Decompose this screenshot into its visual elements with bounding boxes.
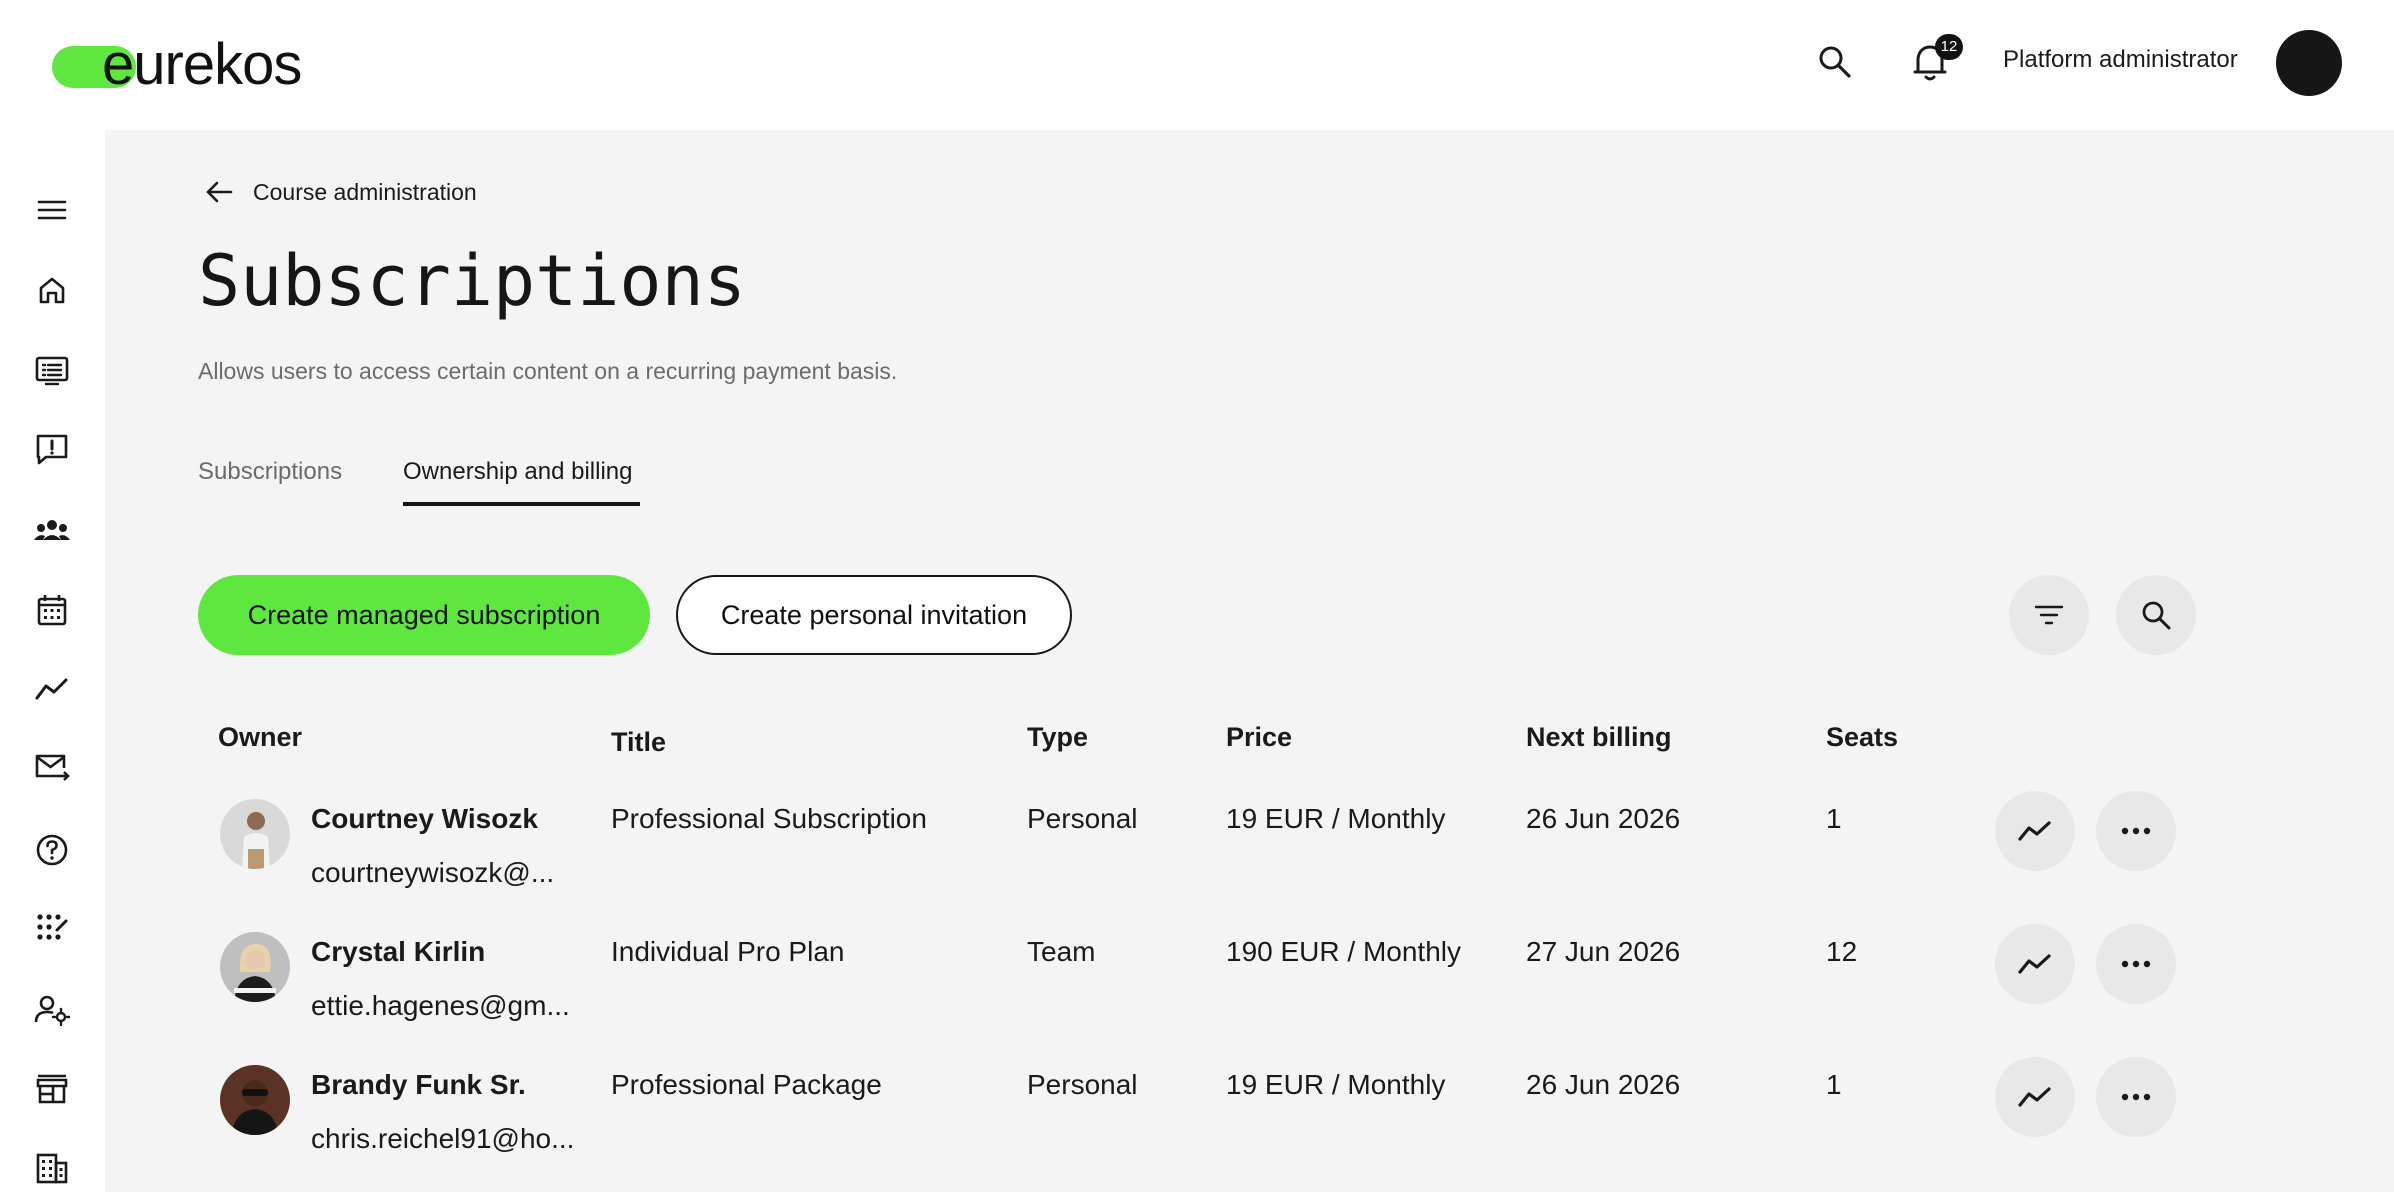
subscription-type: Personal — [1027, 1069, 1138, 1100]
subscription-title: Individual Pro Plan — [611, 936, 845, 967]
filter-icon — [2033, 603, 2065, 627]
table-search-button[interactable] — [2116, 575, 2196, 655]
notification-count-badge: 12 — [1935, 34, 1963, 60]
search-icon — [2139, 598, 2173, 632]
row-analytics-button[interactable] — [1995, 924, 2075, 1004]
page-title: Subscriptions — [198, 240, 746, 322]
create-managed-subscription-button[interactable]: Create managed subscription — [198, 575, 650, 655]
courses-icon[interactable] — [32, 350, 72, 390]
mail-forward-icon[interactable] — [32, 748, 72, 788]
column-header-next-billing[interactable]: Next billing — [1526, 722, 1672, 753]
row-analytics-button[interactable] — [1995, 1057, 2075, 1137]
subscription-type: Personal — [1027, 803, 1138, 834]
active-tab-indicator — [403, 502, 640, 506]
seats-count: 12 — [1826, 936, 1858, 967]
row-analytics-button[interactable] — [1995, 791, 2075, 871]
more-horizontal-icon — [2121, 1093, 2151, 1101]
more-horizontal-icon — [2121, 960, 2151, 968]
breadcrumb-label[interactable]: Course administration — [253, 179, 477, 206]
next-billing-date: 27 Jun 2026 — [1526, 936, 1681, 967]
more-horizontal-icon — [2121, 827, 2151, 835]
owner-email: ettie.hagenes@gm... — [311, 990, 570, 1021]
seats-count: 1 — [1826, 1069, 1842, 1100]
analytics-icon — [2017, 951, 2053, 977]
subscription-price: 19 EUR / Monthly — [1226, 803, 1446, 834]
subscription-type: Team — [1027, 936, 1096, 967]
avatar — [220, 932, 290, 1002]
column-header-owner[interactable]: Owner — [218, 722, 302, 753]
table-row[interactable]: Courtney Wisozk courtneywisozk@... Profe… — [198, 799, 2198, 936]
column-header-price[interactable]: Price — [1226, 722, 1292, 753]
page-subtitle: Allows users to access certain content o… — [198, 358, 898, 384]
search-icon[interactable] — [1815, 42, 1855, 82]
user-settings-icon[interactable] — [32, 990, 72, 1030]
sidebar — [0, 130, 105, 1192]
row-more-actions-button[interactable] — [2096, 1057, 2176, 1137]
apps-icon[interactable] — [32, 908, 72, 948]
row-more-actions-button[interactable] — [2096, 924, 2176, 1004]
user-avatar[interactable] — [2276, 30, 2342, 96]
create-personal-invitation-button[interactable]: Create personal invitation — [676, 575, 1072, 655]
owner-name: Crystal Kirlin — [311, 936, 486, 967]
users-icon[interactable] — [32, 511, 72, 551]
organization-icon[interactable] — [32, 1148, 72, 1188]
subscription-title: Professional Subscription — [611, 803, 927, 834]
tab-ownership-and-billing[interactable]: Ownership and billing — [403, 458, 632, 486]
table-row[interactable]: Brandy Funk Sr. chris.reichel91@ho... Pr… — [198, 1065, 2198, 1202]
help-icon[interactable] — [32, 830, 72, 870]
next-billing-date: 26 Jun 2026 — [1526, 803, 1681, 834]
home-icon[interactable] — [32, 270, 72, 310]
analytics-icon — [2017, 818, 2053, 844]
table-row[interactable]: Crystal Kirlin ettie.hagenes@gm... Indiv… — [198, 932, 2198, 1069]
analytics-icon — [2017, 1084, 2053, 1110]
analytics-icon[interactable] — [32, 669, 72, 709]
column-header-type[interactable]: Type — [1027, 722, 1088, 753]
next-billing-date: 26 Jun 2026 — [1526, 1069, 1681, 1100]
top-bar: eurekos 12 Platform administrator — [0, 0, 2394, 130]
tab-subscriptions[interactable]: Subscriptions — [198, 458, 342, 486]
breadcrumb[interactable]: Course administration — [203, 172, 477, 212]
column-header-title[interactable]: Title — [611, 727, 666, 758]
subscription-price: 19 EUR / Monthly — [1226, 1069, 1446, 1100]
filter-button[interactable] — [2009, 575, 2089, 655]
column-header-seats[interactable]: Seats — [1826, 722, 1898, 753]
feedback-icon[interactable] — [32, 429, 72, 469]
seats-count: 1 — [1826, 803, 1842, 834]
subscription-price: 190 EUR / Monthly — [1226, 936, 1461, 967]
owner-email: courtneywisozk@... — [311, 857, 555, 888]
owner-name: Courtney Wisozk — [311, 803, 538, 834]
user-name[interactable]: Platform administrator — [2003, 46, 2238, 74]
avatar — [220, 799, 290, 869]
subscription-title: Professional Package — [611, 1069, 882, 1100]
row-more-actions-button[interactable] — [2096, 791, 2176, 871]
logo-text: eurekos — [102, 32, 302, 97]
store-icon[interactable] — [32, 1069, 72, 1109]
calendar-icon[interactable] — [32, 590, 72, 630]
avatar — [220, 1065, 290, 1135]
owner-name: Brandy Funk Sr. — [311, 1069, 526, 1100]
arrow-left-icon[interactable] — [203, 176, 235, 208]
owner-email: chris.reichel91@ho... — [311, 1123, 575, 1154]
menu-icon[interactable] — [32, 190, 72, 230]
